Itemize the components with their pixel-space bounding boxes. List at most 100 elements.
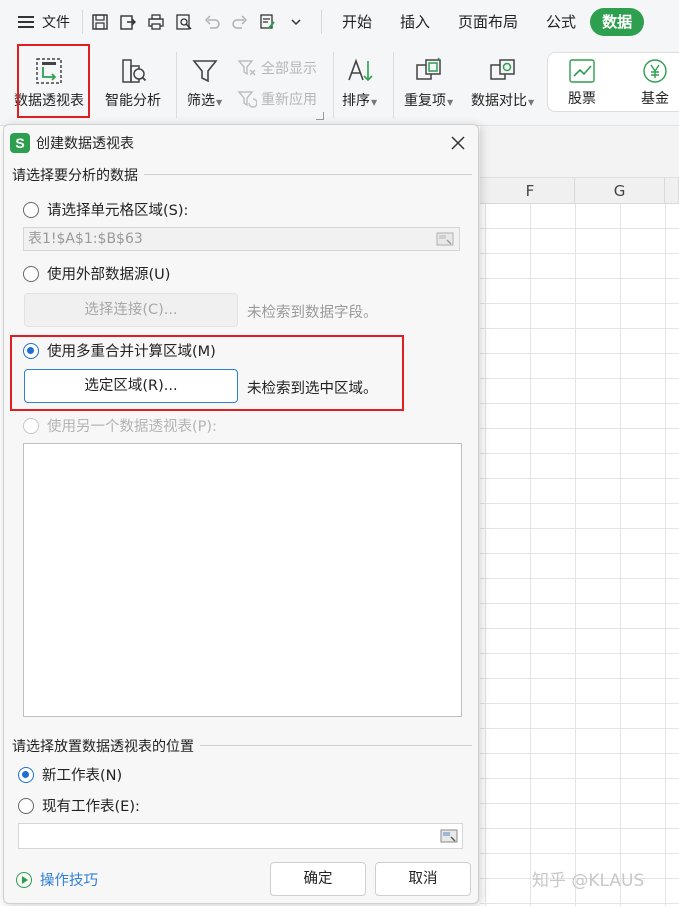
print-icon[interactable]: [145, 11, 167, 33]
data-compare-icon: [489, 59, 515, 80]
sort-button[interactable]: 排序▼: [342, 56, 377, 110]
sort-label-wrap: 排序▼: [342, 90, 377, 110]
create-pivot-table-dialog: S 创建数据透视表 请选择要分析的数据 请选择单元格区域(S): 表1!$A$1…: [3, 124, 479, 904]
stocks-label: 股票: [568, 91, 596, 107]
radio-existing-sheet-control[interactable]: [18, 797, 34, 814]
wps-logo-icon: S: [10, 133, 30, 153]
radio-existing-sheet[interactable]: 现有工作表(E):: [18, 795, 140, 816]
close-icon: [451, 136, 465, 150]
data-compare-label: 数据对比: [471, 93, 527, 109]
radio-external-source[interactable]: 使用外部数据源(U): [23, 263, 170, 284]
smart-analysis-icon: [122, 59, 147, 83]
existing-range-picker-button[interactable]: [438, 827, 460, 845]
smart-analysis-label: 智能分析: [105, 93, 161, 109]
file-menu[interactable]: 文件: [0, 0, 82, 44]
radio-other-pivot-control[interactable]: [23, 417, 39, 434]
section-label-data: 请选择要分析的数据: [12, 165, 144, 185]
duplicates-label-wrap: 重复项▼: [404, 90, 453, 110]
ribbon-separator: [333, 52, 334, 118]
show-all-icon: [237, 60, 256, 76]
radio-new-sheet-control[interactable]: [18, 766, 34, 783]
no-fields-hint: 未检索到数据字段。: [247, 305, 378, 321]
data-compare-button[interactable]: 数据对比▼: [471, 56, 534, 110]
ribbon-separator: [393, 52, 394, 118]
radio-external-source-control[interactable]: [23, 265, 39, 282]
save-icon[interactable]: [89, 11, 111, 33]
quick-access-toolbar: [82, 10, 313, 34]
section-label-place: 请选择放置数据透视表的位置: [12, 736, 200, 756]
caret-icon: ▼: [447, 98, 454, 107]
print-preview-icon[interactable]: [173, 11, 195, 33]
funds-button[interactable]: 基金: [641, 58, 669, 108]
reapply-icon: [237, 91, 257, 108]
ribbon-separator: [176, 52, 177, 118]
radio-external-source-label: 使用外部数据源(U): [47, 267, 171, 283]
column-header-g-label: G: [613, 182, 626, 200]
cancel-button[interactable]: 取消: [375, 862, 471, 896]
reapply-button[interactable]: 重新应用: [237, 89, 317, 109]
stocks-button[interactable]: 股票: [568, 58, 596, 108]
radio-other-pivot[interactable]: 使用另一个数据透视表(P):: [23, 415, 217, 436]
caret-icon: ▼: [216, 98, 223, 107]
cell-grid[interactable]: [480, 204, 679, 906]
chevron-down-icon[interactable]: [285, 11, 307, 33]
column-header-h[interactable]: [665, 178, 679, 204]
radio-other-pivot-label: 使用另一个数据透视表(P):: [47, 419, 217, 435]
radio-new-sheet-label: 新工作表(N): [42, 768, 123, 784]
sort-label: 排序: [342, 93, 370, 109]
menu-bar: 文件 开始 插入 页面布局 公式 数据: [0, 0, 679, 44]
tab-home[interactable]: 开始: [328, 8, 386, 36]
tab-data[interactable]: 数据: [590, 8, 645, 36]
redo-icon[interactable]: [229, 11, 251, 33]
column-header-f[interactable]: F: [480, 178, 575, 204]
ok-button[interactable]: 确定: [270, 862, 366, 896]
file-menu-label: 文件: [42, 15, 70, 31]
filter-label: 筛选: [187, 93, 215, 109]
tips-label: 操作技巧: [40, 873, 98, 889]
pivot-table-list[interactable]: [23, 443, 462, 717]
dialog-launcher-icon[interactable]: [316, 112, 324, 120]
watermark: 知乎 @KLAUS: [532, 871, 645, 891]
caret-icon: ▼: [371, 98, 378, 107]
stocks-icon: [569, 59, 595, 83]
duplicates-label: 重复项: [404, 93, 446, 109]
play-icon: [16, 871, 32, 888]
format-painter-icon[interactable]: [257, 11, 279, 33]
show-all-label: 全部显示: [261, 61, 317, 77]
select-connection-button[interactable]: 选择连接(C)...: [24, 293, 238, 327]
tab-insert[interactable]: 插入: [386, 8, 444, 36]
dialog-title-bar: S 创建数据透视表: [4, 125, 478, 161]
pivot-table-highlight: [17, 44, 90, 118]
show-all-button[interactable]: 全部显示: [237, 58, 317, 78]
filter-button[interactable]: 筛选▼: [187, 56, 222, 110]
sort-icon: [347, 58, 373, 82]
radio-cell-range-label: 请选择单元格区域(S):: [47, 203, 189, 219]
range-picker-icon: [440, 829, 458, 843]
spreadsheet-area: F G: [480, 126, 679, 906]
funds-label: 基金: [641, 91, 669, 107]
hamburger-icon: [18, 16, 34, 28]
radio-cell-range[interactable]: 请选择单元格区域(S):: [23, 199, 188, 220]
radio-new-sheet[interactable]: 新工作表(N): [18, 764, 122, 785]
close-button[interactable]: [446, 131, 470, 155]
ribbon-tabs: 开始 插入 页面布局 公式 数据: [321, 8, 645, 36]
export-icon[interactable]: [117, 11, 139, 33]
radio-cell-range-control[interactable]: [23, 201, 39, 218]
data-compare-label-wrap: 数据对比▼: [471, 90, 534, 110]
smart-analysis-button[interactable]: 智能分析: [105, 56, 161, 110]
existing-sheet-field[interactable]: [18, 823, 463, 849]
dialog-title: 创建数据透视表: [36, 136, 134, 152]
tab-formulas[interactable]: 公式: [532, 8, 590, 36]
tab-page-layout[interactable]: 页面布局: [444, 8, 532, 36]
column-header-g[interactable]: G: [575, 178, 665, 204]
reapply-label: 重新应用: [261, 92, 317, 108]
radio-existing-sheet-label: 现有工作表(E):: [42, 799, 140, 815]
filter-label-wrap: 筛选▼: [187, 90, 222, 110]
column-header-f-label: F: [525, 182, 535, 200]
formula-bar-area: [480, 126, 679, 178]
tips-link[interactable]: 操作技巧: [16, 869, 98, 890]
undo-icon[interactable]: [201, 11, 223, 33]
cell-range-field[interactable]: 表1!$A$1:$B$63: [23, 227, 460, 251]
duplicates-button[interactable]: 重复项▼: [404, 56, 453, 110]
range-picker-button[interactable]: [434, 230, 456, 248]
